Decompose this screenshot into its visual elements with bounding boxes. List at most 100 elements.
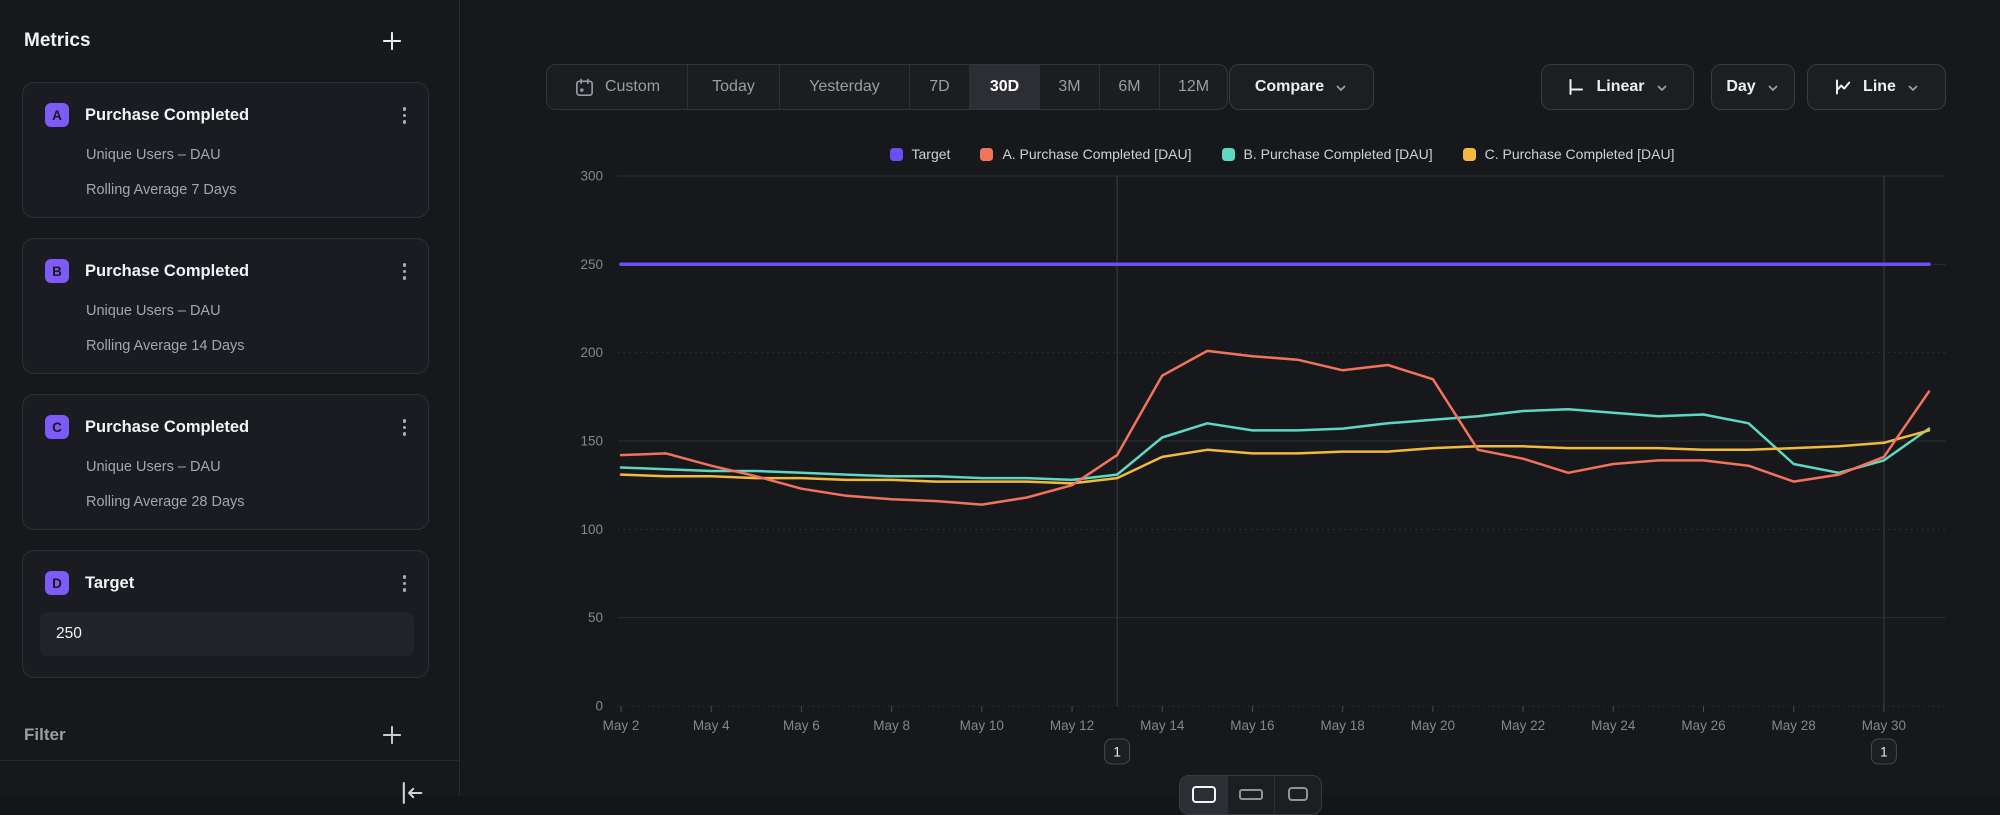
linear-scale-icon [1566,77,1586,97]
metric-menu-button[interactable] [397,571,413,596]
target-metric-card: D Target [22,550,429,678]
metric-subtitle: Unique Users – DAU [86,147,428,163]
y-axis-label: 150 [580,434,603,449]
metric-menu-button[interactable] [397,415,413,440]
range-option-label: Today [712,78,755,96]
x-axis-label: May 14 [1140,718,1185,733]
x-axis-label: May 8 [873,718,910,733]
range-option-label: 7D [929,78,949,96]
kebab-icon [403,276,407,280]
calendar-icon [574,77,595,98]
x-axis-label: May 12 [1050,718,1094,733]
scale-label: Linear [1596,78,1644,96]
event-marker-label: 1 [1113,745,1121,760]
metric-card: B Purchase Completed Unique Users – DAU Rol… [22,238,429,374]
y-axis-label: 100 [580,522,603,537]
range-option-6m[interactable]: 6M [1099,65,1159,109]
metric-card: CPurchase CompletedUnique Users – DAURol… [22,394,429,530]
compare-button[interactable]: Compare [1229,64,1374,110]
kebab-icon [403,114,407,118]
metric-letter-badge: B [45,259,69,283]
layout-wide-icon [1239,789,1263,800]
metric-card-header: APurchase Completed [23,83,428,128]
layout-expanded-icon [1192,786,1216,803]
metric-title: Purchase Completed [85,106,249,125]
range-option-7d[interactable]: 7D [909,65,969,109]
metric-letter-badge: D [45,571,69,595]
line-chart: 050100150200250300May 2May 4May 6May 8Ma… [461,130,2000,796]
x-axis-label: May 10 [960,718,1004,733]
metric-title: Target [85,574,134,593]
target-value-input[interactable] [40,612,414,656]
metric-menu-button[interactable] [397,103,413,128]
plus-icon [379,722,405,748]
chart-layout-toolbar [1179,775,1322,815]
range-option-yesterday[interactable]: Yesterday [779,65,909,109]
event-marker-badge[interactable]: 1 [1105,739,1130,764]
sidebar-divider [0,760,459,761]
range-option-today[interactable]: Today [687,65,779,109]
range-option-3m[interactable]: 3M [1039,65,1099,109]
range-option-label: 12M [1178,78,1209,96]
metric-menu-button[interactable] [397,259,413,284]
kebab-icon [403,270,407,274]
x-axis-label: May 30 [1862,718,1906,733]
x-axis-label: May 4 [693,718,730,733]
range-option-12m[interactable]: 12M [1159,65,1227,109]
series-line-c [621,430,1929,483]
granularity-button[interactable]: Day [1711,64,1795,110]
y-axis-label: 200 [580,345,603,360]
metric-detail: Rolling Average 7 Days [86,182,428,198]
x-axis-label: May 22 [1501,718,1545,733]
scale-button[interactable]: Linear [1541,64,1694,110]
granularity-label: Day [1726,78,1755,96]
range-option-custom[interactable]: Custom [547,65,687,109]
metric-subtitle: Unique Users – DAU [86,303,428,319]
x-axis-label: May 28 [1772,718,1816,733]
metric-letter-badge: C [45,415,69,439]
event-marker-badge[interactable]: 1 [1871,739,1896,764]
metrics-header: Metrics [0,0,459,56]
kebab-icon [403,575,407,579]
x-axis-label: May 20 [1411,718,1455,733]
y-axis-label: 300 [580,169,603,184]
range-option-label: 6M [1118,78,1140,96]
range-option-label: 3M [1058,78,1080,96]
chart-type-label: Line [1863,78,1896,96]
series-line-b [621,409,1929,480]
add-metric-button[interactable] [377,26,407,56]
metric-card-header: CPurchase Completed [23,395,428,440]
kebab-icon [403,263,407,267]
kebab-icon [403,120,407,124]
metric-subtitle: Unique Users – DAU [86,459,428,475]
chart-panel: Custom Today Yesterday 7D 30D 3M 6M 12M Compare… [461,0,2000,796]
chevron-down-icon [1766,81,1780,95]
x-axis-label: May 24 [1591,718,1636,733]
metric-card: APurchase Completed Unique Users – DAU Rol… [22,82,429,218]
series-line-a [621,351,1929,505]
kebab-icon [403,426,407,430]
range-option-30d[interactable]: 30D [969,65,1039,109]
chevron-down-icon [1334,81,1348,95]
layout-option-button[interactable] [1227,776,1274,814]
y-axis-label: 250 [580,257,603,272]
date-range-selector: Custom Today Yesterday 7D 30D 3M 6M 12M [546,64,1228,110]
x-axis-label: May 26 [1681,718,1725,733]
metric-title: Purchase Completed [85,262,249,281]
metric-card-header: B Purchase Completed [23,239,428,284]
metric-card-list: APurchase Completed Unique Users – DAU Rol… [0,82,459,678]
x-axis-label: May 18 [1321,718,1365,733]
chart-type-button[interactable]: Line [1807,64,1946,110]
metric-detail: Rolling Average 14 Days [86,338,428,354]
collapse-sidebar-button[interactable] [392,778,432,811]
filter-title: Filter [24,725,66,745]
chevron-down-icon [1906,81,1920,95]
line-chart-icon [1833,77,1853,97]
kebab-icon [403,419,407,423]
compare-label: Compare [1255,78,1324,96]
layout-option-button[interactable] [1274,776,1321,814]
add-filter-button[interactable] [377,720,407,750]
range-option-label: Custom [605,78,660,96]
layout-option-button[interactable] [1180,776,1227,814]
kebab-icon [403,588,407,592]
